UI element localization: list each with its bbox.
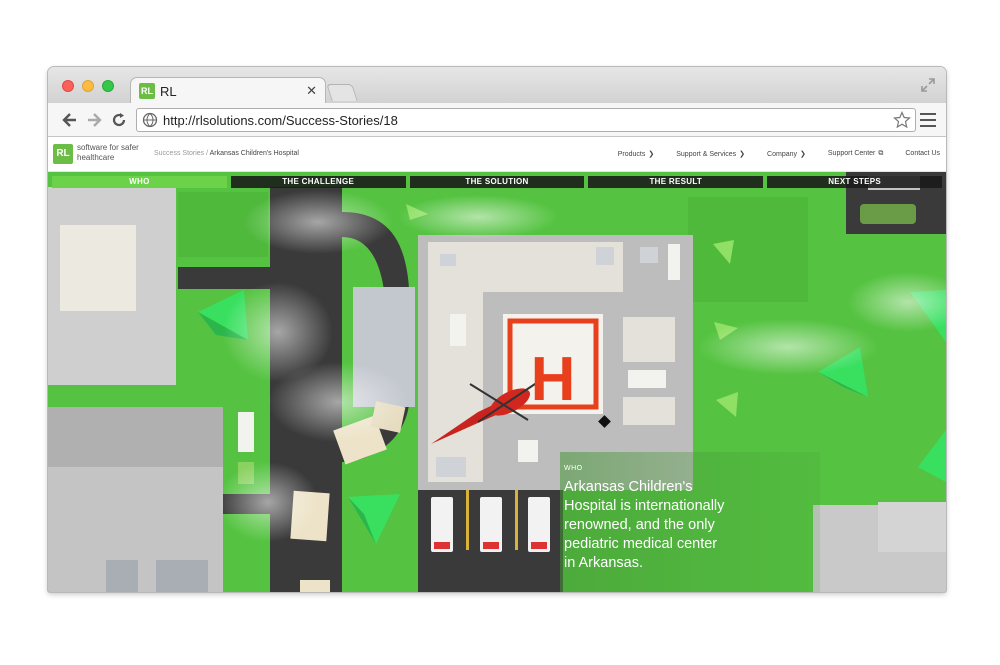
site-tagline: software for safer healthcare bbox=[77, 143, 139, 162]
browser-tab[interactable]: RL RL ✕ bbox=[130, 77, 326, 104]
breadcrumb-parent-link[interactable]: Success Stories bbox=[154, 150, 204, 157]
tab-the-challenge[interactable]: THE CHALLENGE bbox=[230, 176, 406, 188]
breadcrumb: Success Stories / Arkansas Children's Ho… bbox=[154, 150, 299, 157]
zoom-window-button[interactable] bbox=[102, 80, 114, 92]
reload-icon[interactable] bbox=[109, 110, 129, 130]
tab-next-steps[interactable]: NEXT STEPS bbox=[767, 176, 942, 188]
tab-who[interactable]: WHO bbox=[52, 176, 227, 188]
chevron-right-icon: ❯ bbox=[648, 151, 655, 158]
back-arrow-icon[interactable] bbox=[60, 110, 80, 130]
external-link-icon: ⧉ bbox=[878, 150, 884, 157]
story-body-text: Arkansas Children's Hospital is internat… bbox=[564, 479, 725, 571]
close-window-button[interactable] bbox=[62, 80, 74, 92]
nav-support-services[interactable]: Support & Services ❯ bbox=[676, 150, 745, 158]
address-bar[interactable]: http://rlsolutions.com/Success-Stories/1… bbox=[136, 108, 916, 132]
top-navigation: Products ❯ Support & Services ❯ Company ❯ S… bbox=[596, 150, 940, 158]
helipad-letter: H bbox=[530, 345, 576, 414]
hamburger-menu-icon[interactable] bbox=[920, 113, 936, 127]
nav-contact-us[interactable]: Contact Us bbox=[905, 150, 940, 158]
story-section-tabs: WHO THE CHALLENGE THE SOLUTION THE RESUL… bbox=[52, 176, 942, 188]
tab-close-icon[interactable]: ✕ bbox=[306, 83, 317, 99]
tab-the-result[interactable]: THE RESULT bbox=[588, 176, 764, 188]
browser-window: RL RL ✕ http://rlsolutions.com/Success-S… bbox=[48, 67, 946, 592]
web-page: RL software for safer healthcare Success… bbox=[48, 137, 946, 592]
forward-arrow-icon[interactable] bbox=[84, 110, 104, 130]
story-text-block: WHO Arkansas Children's Hospital is inte… bbox=[564, 465, 894, 573]
chevron-right-icon: ❯ bbox=[800, 151, 806, 158]
chevron-right-icon: ❯ bbox=[739, 151, 746, 158]
site-header: RL software for safer healthcare Success… bbox=[48, 137, 946, 172]
bookmark-star-icon[interactable] bbox=[893, 111, 911, 129]
nav-company[interactable]: Company ❯ bbox=[767, 150, 806, 158]
hospital-illustration: WHO THE CHALLENGE THE SOLUTION THE RESUL… bbox=[48, 172, 946, 592]
nav-support-center[interactable]: Support Center ⧉ bbox=[828, 150, 883, 158]
rl-logo[interactable]: RL bbox=[53, 144, 73, 164]
url-text[interactable]: http://rlsolutions.com/Success-Stories/1… bbox=[163, 113, 398, 128]
tab-strip: RL RL ✕ bbox=[48, 67, 946, 104]
breadcrumb-current: Arkansas Children's Hospital bbox=[209, 150, 299, 157]
new-tab-button[interactable] bbox=[326, 84, 358, 101]
tab-title: RL bbox=[160, 84, 177, 99]
fullscreen-icon[interactable] bbox=[920, 77, 936, 93]
tab-the-solution[interactable]: THE SOLUTION bbox=[409, 176, 585, 188]
nav-products[interactable]: Products ❯ bbox=[618, 150, 655, 158]
story-section-label: WHO bbox=[564, 465, 583, 472]
rl-favicon-icon: RL bbox=[139, 83, 155, 99]
globe-icon bbox=[142, 112, 158, 128]
browser-toolbar: http://rlsolutions.com/Success-Stories/1… bbox=[48, 103, 946, 137]
minimize-window-button[interactable] bbox=[82, 80, 94, 92]
